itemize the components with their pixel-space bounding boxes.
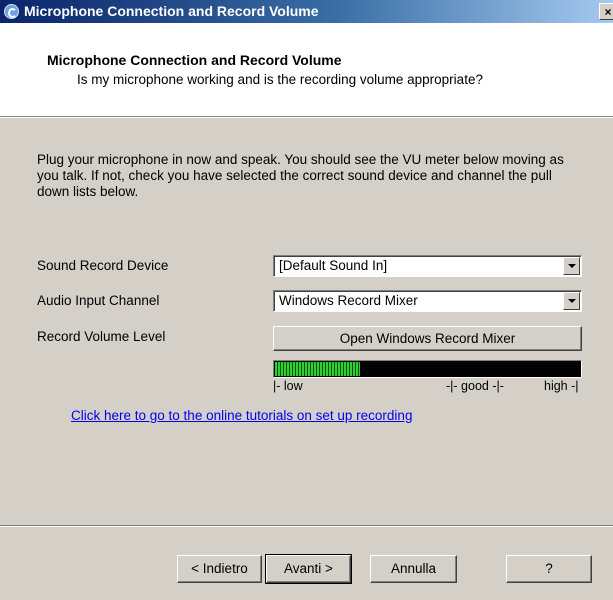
wizard-header: Microphone Connection and Record Volume … [0,23,613,117]
chevron-down-icon[interactable] [563,292,580,310]
instructions-text: Plug your microphone in now and speak. Y… [37,152,564,199]
vu-scale-high: high -| [544,379,579,393]
close-icon: × [604,5,612,19]
online-tutorials-link[interactable]: Click here to go to the online tutorials… [71,408,412,423]
back-button[interactable]: < Indietro [177,555,262,583]
header-divider [0,117,613,118]
record-volume-level-label: Record Volume Level [37,329,166,344]
header-title: Microphone Connection and Record Volume [47,52,342,68]
sound-record-device-label: Sound Record Device [37,258,169,273]
next-button[interactable]: Avanti > [265,554,352,584]
vu-meter [273,360,582,378]
app-logo-icon [4,4,19,19]
audio-input-channel-label: Audio Input Channel [37,293,160,308]
header-subtitle: Is my microphone working and is the reco… [77,72,483,87]
window-title: Microphone Connection and Record Volume [24,3,319,19]
sound-record-device-value: [Default Sound In] [279,258,388,273]
vu-meter-level [275,362,360,376]
vu-scale-low: |- low [273,379,303,393]
title-bar[interactable]: Microphone Connection and Record Volume … [0,0,613,23]
wizard-window: Microphone Connection and Record Volume … [0,0,613,600]
help-button[interactable]: ? [506,555,592,583]
open-record-mixer-button[interactable]: Open Windows Record Mixer [273,326,582,351]
chevron-down-icon[interactable] [563,257,580,275]
audio-input-channel-select[interactable]: Windows Record Mixer [273,290,582,312]
cancel-button[interactable]: Annulla [370,555,457,583]
footer-divider [0,525,613,527]
audio-input-channel-value: Windows Record Mixer [279,293,418,308]
sound-record-device-select[interactable]: [Default Sound In] [273,255,582,277]
vu-scale-good: -|- good -|- [446,379,504,393]
close-button[interactable]: × [599,3,613,20]
